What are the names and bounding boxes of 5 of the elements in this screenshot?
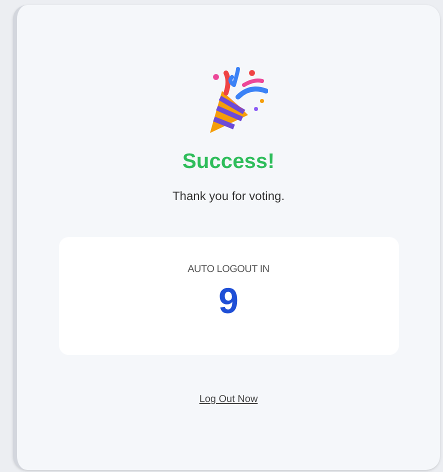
success-title: Success! [182, 151, 275, 172]
countdown-label: AUTO LOGOUT IN [188, 263, 270, 277]
thank-you-message: Thank you for voting. [172, 188, 285, 205]
log-out-link[interactable]: Log Out Now [199, 392, 258, 407]
countdown-number: 9 [218, 283, 239, 319]
